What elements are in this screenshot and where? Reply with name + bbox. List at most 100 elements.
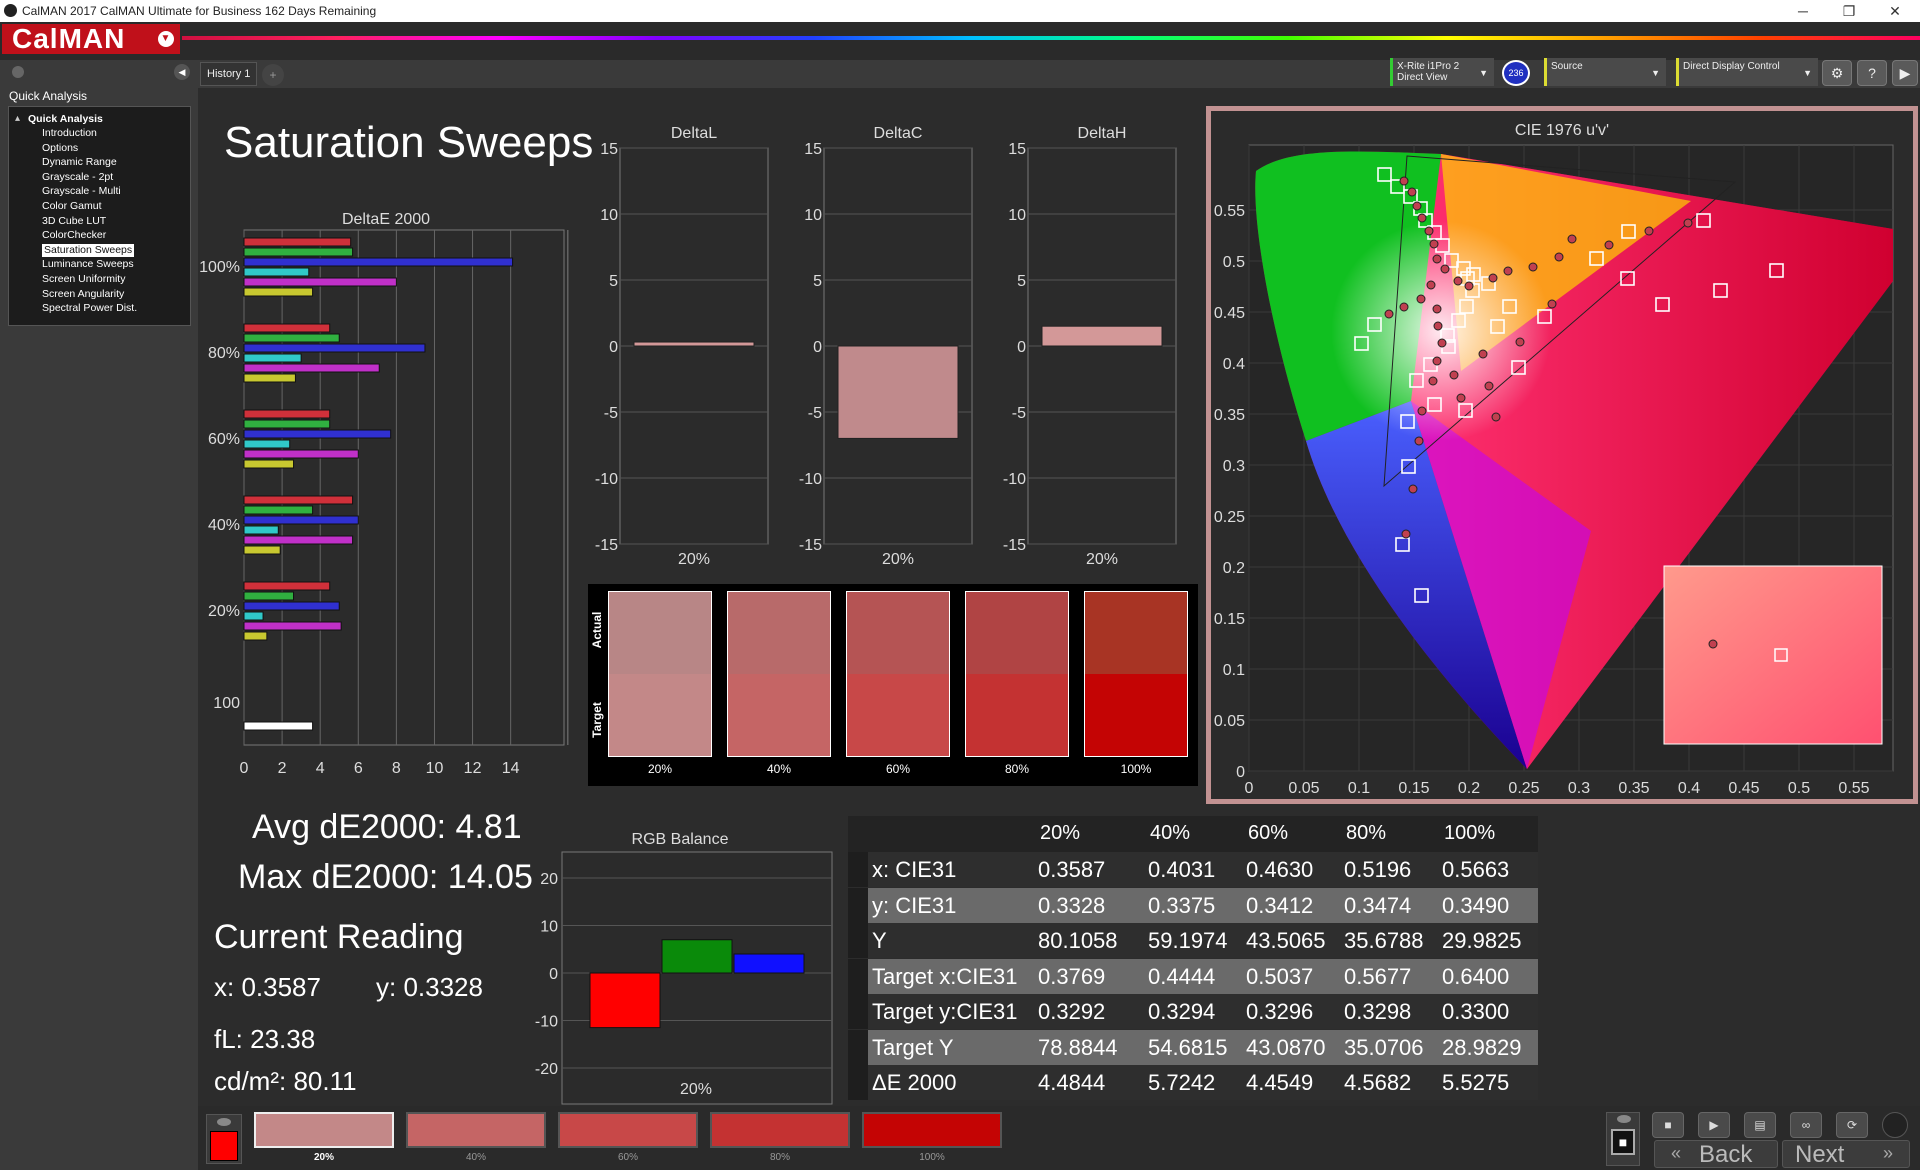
- cie-actual-marker: [1428, 376, 1438, 386]
- stop-square-button[interactable]: ■: [1611, 1129, 1635, 1155]
- bottom-swatch-label: 80%: [769, 1152, 790, 1163]
- minimize-button[interactable]: ─: [1780, 1, 1826, 21]
- meter-mode: Direct View: [1397, 72, 1448, 83]
- sidebar-item-options[interactable]: Options: [42, 142, 78, 155]
- save-button[interactable]: ▤: [1744, 1112, 1776, 1138]
- max-de: Max dE2000: 14.05: [238, 858, 533, 896]
- deltae-group-label: 80%: [208, 345, 240, 362]
- delta-bar: [633, 341, 755, 347]
- cie-actual-marker: [1567, 234, 1577, 244]
- cie-actual-marker: [1683, 218, 1693, 228]
- table-cell: 43.5065: [1246, 928, 1326, 953]
- table-cell: 59.1974: [1148, 928, 1228, 953]
- calman-menu-button[interactable]: CalMAN ▼: [2, 24, 180, 54]
- help-button[interactable]: ?: [1857, 60, 1887, 86]
- sidebar-item-screen-angularity[interactable]: Screen Angularity: [42, 288, 124, 301]
- next-button[interactable]: Next »: [1782, 1140, 1910, 1168]
- tab-history-1[interactable]: History 1: [200, 62, 258, 86]
- source-dropdown[interactable]: Source ▼: [1544, 58, 1666, 86]
- source-label: Source: [1551, 61, 1583, 72]
- cie-actual-marker: [1478, 349, 1488, 359]
- back-label: Back: [1699, 1141, 1753, 1168]
- deltae-bar: [243, 601, 340, 611]
- pin-icon[interactable]: [1617, 1115, 1631, 1123]
- tree-expand-icon[interactable]: ▴: [15, 113, 20, 124]
- bottom-swatch-100pct[interactable]: [862, 1112, 1002, 1148]
- cie-x-tick: 0.35: [1618, 780, 1649, 797]
- stop-button[interactable]: ■: [1652, 1112, 1684, 1138]
- bottom-swatch-60pct[interactable]: [558, 1112, 698, 1148]
- bottom-swatch-80pct[interactable]: [710, 1112, 850, 1148]
- tree-root[interactable]: Quick Analysis: [28, 113, 103, 125]
- table-cell: 28.9829: [1442, 1034, 1522, 1060]
- close-button[interactable]: ✕: [1872, 1, 1918, 21]
- sidebar-item-luminance-sweeps[interactable]: Luminance Sweeps: [42, 258, 134, 271]
- settings-button[interactable]: ⚙: [1822, 60, 1852, 86]
- row-label: ΔE 2000: [872, 1070, 957, 1095]
- display-dropdown[interactable]: Direct Display Control ▼: [1676, 58, 1818, 86]
- refresh-button[interactable]: ⟳: [1836, 1112, 1868, 1138]
- sidebar-item-3d-cube-lut[interactable]: 3D Cube LUT: [42, 215, 106, 228]
- sidebar-item-dynamic-range[interactable]: Dynamic Range: [42, 156, 117, 169]
- delta-y-tick: 15: [1008, 141, 1026, 158]
- swatch-panel: Actual Target 20% 40% 60% 80% 100%: [588, 584, 1198, 786]
- delta-y-tick: 5: [609, 273, 618, 290]
- collapse-sidebar-icon[interactable]: ◀: [174, 64, 190, 80]
- deltae-group-label: 60%: [208, 431, 240, 448]
- table-cell: 0.3769: [1038, 963, 1106, 989]
- sidebar-item-introduction[interactable]: Introduction: [42, 127, 97, 140]
- sidebar-item-colorchecker[interactable]: ColorChecker: [42, 229, 106, 242]
- deltae-bar: [243, 449, 359, 459]
- table-cell: 0.3300: [1442, 999, 1510, 1024]
- table-row: Target x:CIE31 0.3769 0.4444 0.5037 0.5677 0.…: [848, 958, 1538, 994]
- deltae-bar: [243, 257, 514, 267]
- back-arrow-icon: «: [1671, 1143, 1682, 1163]
- cie-y-tick: 0.05: [1214, 713, 1245, 730]
- swatch-label: 100%: [1120, 762, 1152, 776]
- delta-y-tick: -10: [799, 471, 822, 488]
- sidebar-item-grayscale-multi[interactable]: Grayscale - Multi: [42, 185, 121, 198]
- chevron-down-icon: ▼: [1803, 68, 1812, 78]
- pin-icon[interactable]: [217, 1118, 231, 1126]
- bottom-swatch-20pct[interactable]: [254, 1112, 394, 1148]
- current-y: y: 0.3328: [376, 972, 483, 1002]
- add-tab-icon[interactable]: +: [262, 64, 284, 86]
- collapse-right-button[interactable]: ▶: [1892, 60, 1918, 86]
- cie-y-tick: 0.45: [1214, 305, 1245, 322]
- sidebar-item-grayscale-2pt[interactable]: Grayscale - 2pt: [42, 171, 113, 184]
- sidebar-item-saturation-sweeps[interactable]: Saturation Sweeps: [42, 243, 135, 257]
- app-logo-icon: [4, 4, 17, 17]
- play-button[interactable]: ▶: [1698, 1112, 1730, 1138]
- save-icon: ▤: [1754, 1118, 1766, 1132]
- back-button[interactable]: « Back: [1654, 1140, 1778, 1168]
- loop-button[interactable]: ∞: [1790, 1112, 1822, 1138]
- cie-zoom-inset: [1663, 565, 1883, 745]
- meter-dropdown[interactable]: X-Rite i1Pro 2 Direct View ▼: [1390, 58, 1494, 86]
- row-gutter: [848, 887, 868, 923]
- meter-badge[interactable]: 236: [1502, 60, 1530, 86]
- table-cell: 0.5677: [1344, 963, 1412, 989]
- cie-actual-marker: [1604, 240, 1614, 250]
- bottom-swatch-40pct[interactable]: [406, 1112, 546, 1148]
- cie-actual-marker: [1515, 337, 1525, 347]
- sidebar-item-color-gamut[interactable]: Color Gamut: [42, 200, 102, 213]
- swatch-target: [847, 674, 949, 756]
- rgb-y-tick: 20: [540, 871, 558, 888]
- delta-category: 20%: [882, 551, 914, 568]
- swatch-target: [609, 674, 711, 756]
- delta-y-tick: 10: [600, 207, 618, 224]
- table-row: x: CIE31 0.3587 0.4031 0.4630 0.5196 0.5663: [848, 852, 1538, 887]
- sidebar-item-screen-uniformity[interactable]: Screen Uniformity: [42, 273, 125, 286]
- sidebar-item-spectral-power-dist-[interactable]: Spectral Power Dist.: [42, 302, 137, 315]
- cie-actual-marker: [1503, 266, 1513, 276]
- bottom-swatch-label: 60%: [617, 1152, 638, 1163]
- pin-icon[interactable]: [12, 66, 24, 78]
- swatch-label: 20%: [647, 762, 673, 776]
- deltae-bar: [243, 333, 340, 343]
- rgb-y-tick: 10: [540, 919, 558, 936]
- row-gutter: [848, 994, 868, 1029]
- gear-icon: ⚙: [1830, 65, 1844, 81]
- avg-de: Avg dE2000: 4.81: [252, 808, 522, 846]
- deltae-x-tick: 12: [464, 760, 482, 777]
- maximize-button[interactable]: ❐: [1826, 1, 1872, 21]
